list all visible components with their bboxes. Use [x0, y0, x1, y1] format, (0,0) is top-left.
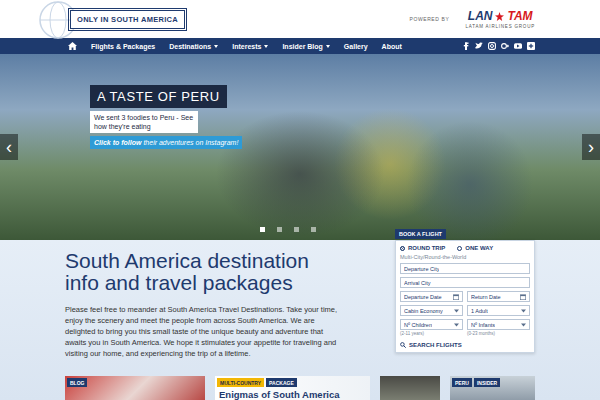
- social-links: [462, 42, 535, 50]
- slide-dots: [260, 227, 316, 232]
- card-tag: PERU: [452, 378, 472, 387]
- booking-tab[interactable]: BOOK A FLIGHT: [395, 229, 446, 239]
- field-hint: (2-11 years): [400, 331, 463, 336]
- form-field[interactable]: Nº Children: [400, 319, 463, 330]
- field-row: Arrival City: [400, 277, 530, 288]
- field-row: Departure Date Return Date: [400, 291, 530, 302]
- intro: South America destination info and trave…: [65, 240, 345, 359]
- form-field[interactable]: Arrival City: [400, 277, 530, 288]
- caret-icon: [264, 45, 268, 48]
- article-card[interactable]: [380, 376, 440, 400]
- nav-bar: Flights & Packages Destinations Interests I…: [0, 38, 600, 54]
- form-field[interactable]: Return Date: [467, 291, 530, 302]
- logo[interactable]: ONLY IN SOUTH AMERICA: [70, 10, 185, 29]
- slide-dot[interactable]: [311, 227, 316, 232]
- radio-icon: [457, 246, 462, 251]
- trip-type: ROUND TRIP ONE WAY: [400, 245, 530, 251]
- plus-icon[interactable]: [527, 42, 535, 50]
- field-hint: (0-23 months): [467, 331, 530, 336]
- youtube-icon[interactable]: [514, 42, 522, 50]
- nav-item[interactable]: Gallery: [344, 43, 368, 50]
- slide-dot[interactable]: [277, 227, 282, 232]
- nav-item[interactable]: Destinations: [169, 43, 218, 50]
- hero-slider: A TASTE OF PERU We sent 3 foodies to Peru…: [0, 54, 600, 240]
- chevron-icon: [454, 323, 459, 327]
- field-row: Departure City: [400, 263, 530, 274]
- field-row: Cabin Economy 1 Adult: [400, 305, 530, 316]
- next-arrow[interactable]: ›: [582, 134, 600, 160]
- slide-dot[interactable]: [294, 227, 299, 232]
- chevron-icon: [521, 309, 526, 313]
- brand-logo[interactable]: TAM: [507, 10, 532, 23]
- google-plus-icon[interactable]: [501, 42, 509, 50]
- sponsor: POWERED BY LAN TAMLATAM AIRLINES GROUP: [409, 10, 535, 29]
- logo-area: ONLY IN SOUTH AMERICA: [70, 10, 185, 29]
- card-row: BLOG MULTI-COUNTRYPACKAGEEnigmas of South…: [0, 376, 600, 400]
- hero-subtitle: We sent 3 foodies to Peru - See how they…: [90, 111, 198, 133]
- content: South America destination info and trave…: [0, 240, 600, 376]
- booking-panel: BOOK A FLIGHT ROUND TRIP ONE WAY Multi-City…: [395, 222, 535, 353]
- caret-icon: [214, 45, 218, 48]
- intro-paragraph: Please feel free to meander at South Ame…: [65, 304, 345, 359]
- article-card[interactable]: MULTI-COUNTRYPACKAGEEnigmas of South Ame…: [215, 376, 370, 400]
- card-tag: INSIDER: [474, 378, 500, 387]
- header: ONLY IN SOUTH AMERICA POWERED BY LAN TAMLAT…: [0, 0, 600, 38]
- star-icon: [495, 12, 504, 21]
- trip-radio[interactable]: ONE WAY: [457, 245, 493, 251]
- home-icon[interactable]: [68, 42, 77, 50]
- trip-radio[interactable]: ROUND TRIP: [400, 245, 445, 251]
- multi-city-link[interactable]: Multi-City/Round-the-World: [400, 254, 530, 260]
- chevron-icon: [521, 323, 526, 327]
- form-field[interactable]: Nº Infants: [467, 319, 530, 330]
- article-card[interactable]: BLOG: [65, 376, 205, 400]
- caret-icon: [326, 45, 330, 48]
- airline-logos[interactable]: LAN TAMLATAM AIRLINES GROUP: [465, 10, 535, 29]
- facebook-icon[interactable]: [462, 42, 470, 50]
- nav-item[interactable]: Interests: [232, 43, 268, 50]
- group-label: LATAM AIRLINES GROUP: [465, 24, 535, 29]
- form-field[interactable]: Departure City: [400, 263, 530, 274]
- nav-item[interactable]: About: [382, 43, 402, 50]
- powered-by: POWERED BY: [409, 16, 449, 22]
- article-card[interactable]: PERUINSIDER: [450, 376, 535, 400]
- twitter-icon[interactable]: [475, 42, 483, 50]
- instagram-link[interactable]: Click to follow their adventures on Inst…: [90, 136, 242, 149]
- nav-item[interactable]: Flights & Packages: [91, 43, 155, 50]
- hero-title: A TASTE OF PERU: [90, 85, 227, 108]
- search-icon: [400, 342, 406, 348]
- form-field[interactable]: Departure Date: [400, 291, 463, 302]
- chevron-icon: [454, 309, 459, 313]
- hero-caption[interactable]: A TASTE OF PERU We sent 3 foodies to Peru…: [90, 85, 242, 149]
- form-field[interactable]: 1 Adult: [467, 305, 530, 316]
- card-tag: PACKAGE: [266, 378, 297, 387]
- prev-arrow[interactable]: ‹: [0, 134, 18, 160]
- card-tag: MULTI-COUNTRY: [217, 378, 264, 387]
- form-field[interactable]: Cabin Economy: [400, 305, 463, 316]
- calendar-icon: [453, 294, 459, 300]
- nav-item[interactable]: Insider Blog: [282, 43, 329, 50]
- page: ONLY IN SOUTH AMERICA POWERED BY LAN TAMLAT…: [0, 0, 600, 400]
- search-button[interactable]: SEARCH FLIGHTS: [400, 342, 530, 348]
- intro-heading: South America destination info and trave…: [65, 250, 345, 294]
- radio-icon: [400, 246, 405, 251]
- card-tag: BLOG: [67, 378, 87, 387]
- card-title: Enigmas of South America: [215, 387, 370, 400]
- field-row: Nº Children(2-11 years) Nº Infants(0-23 m…: [400, 319, 530, 336]
- instagram-icon[interactable]: [488, 42, 496, 50]
- brand-logo[interactable]: LAN: [468, 10, 493, 23]
- slide-dot[interactable]: [260, 227, 265, 232]
- calendar-icon: [520, 294, 526, 300]
